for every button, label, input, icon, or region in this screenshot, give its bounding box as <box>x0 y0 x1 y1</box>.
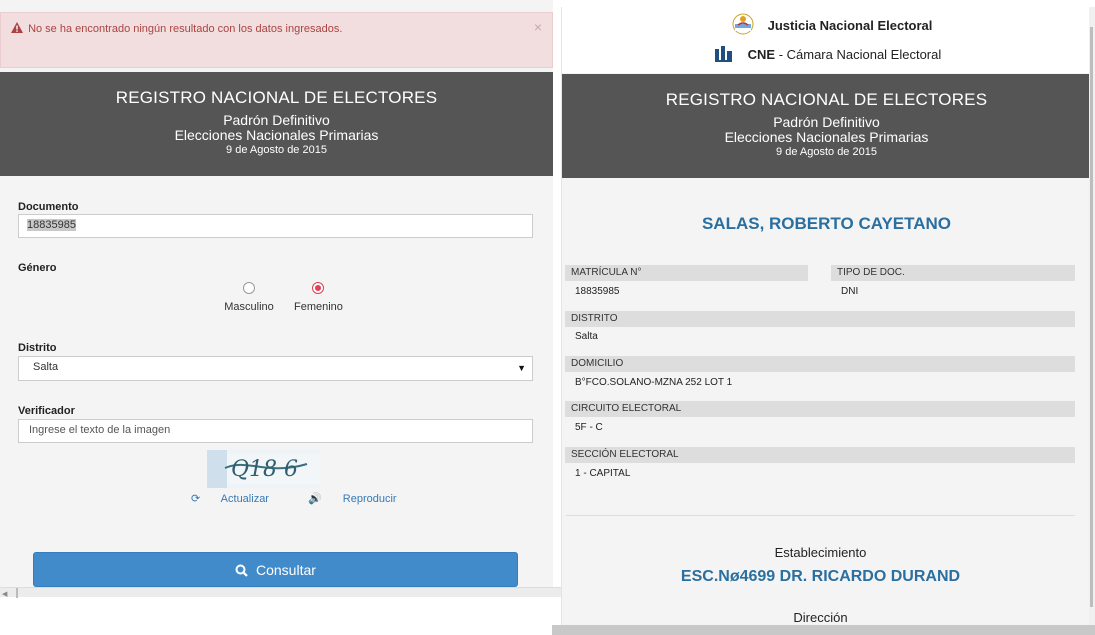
search-form: Documento 18835985 Género Masculino Feme… <box>0 176 553 597</box>
genero-radio-group: Masculino Femenino <box>224 282 354 318</box>
distrito-label: Distrito <box>18 342 57 354</box>
scroll-thumb[interactable] <box>16 588 18 598</box>
divider <box>566 515 1075 516</box>
vertical-scroll-thumb[interactable] <box>1090 27 1093 607</box>
seccion-label: SECCIÓN ELECTORAL <box>565 447 1075 463</box>
seccion-value: 1 - CAPITAL <box>575 468 631 479</box>
reproducir-link[interactable]: 🔊 Reproducir <box>308 493 415 505</box>
distrito-value: Salta <box>33 361 59 373</box>
consultar-label: Consultar <box>255 562 316 578</box>
voter-name: SALAS, ROBERTO CAYETANO <box>701 214 952 233</box>
banner-election: Elecciones Nacionales Primarias <box>724 129 929 145</box>
alert-message: No se ha encontrado ningún resultado con… <box>28 23 343 35</box>
direccion-label: Dirección <box>793 610 848 625</box>
jne-title: Justicia Nacional Electoral <box>732 13 932 35</box>
documento-value: 18835985 <box>27 219 76 231</box>
captcha-links: ⟳ Actualizar 🔊 Reproducir <box>191 492 433 505</box>
captcha-graphic: Q18 6 <box>207 450 321 488</box>
volume-icon: 🔊 <box>308 493 322 505</box>
close-icon[interactable]: × <box>534 19 542 35</box>
actualizar-label: Actualizar <box>220 493 269 505</box>
radio-masculino-circle[interactable] <box>243 282 255 294</box>
error-alert: No se ha encontrado ningún resultado con… <box>0 12 553 68</box>
site-header: Justicia Nacional Electoral CNE - Cámara… <box>562 7 1090 73</box>
banner-title: REGISTRO NACIONAL DE ELECTORES <box>665 90 988 109</box>
banner-subtitle: Padrón Definitivo <box>773 114 880 130</box>
circuito-label: CIRCUITO ELECTORAL <box>565 401 1075 417</box>
matricula-label: MATRÍCULA N° <box>565 265 808 281</box>
warning-icon <box>11 22 23 33</box>
result-pane: Justicia Nacional Electoral CNE - Cámara… <box>561 7 1090 625</box>
captcha-image: Q18 6 <box>207 450 321 488</box>
radio-femenino[interactable]: Femenino <box>294 282 343 313</box>
radio-femenino-label: Femenino <box>294 301 343 313</box>
domicilio-value: B°FCO.SOLANO-MZNA 252 LOT 1 <box>575 377 733 388</box>
cne-logo-icon <box>715 46 732 62</box>
actualizar-link[interactable]: ⟳ Actualizar <box>191 493 287 505</box>
argentina-sun-icon <box>732 13 754 35</box>
domicilio-label: DOMICILIO <box>565 356 1075 372</box>
screen: No se ha encontrado ningún resultado con… <box>0 0 1095 635</box>
scroll-left-icon[interactable]: ◀ <box>2 590 7 598</box>
verificador-input[interactable]: Ingrese el texto de la imagen <box>18 419 533 443</box>
verificador-label: Verificador <box>18 405 75 417</box>
horizontal-scrollbar[interactable]: ◀ <box>0 587 561 598</box>
verificador-placeholder: Ingrese el texto de la imagen <box>29 424 171 436</box>
banner-date: 9 de Agosto de 2015 <box>226 144 327 156</box>
establecimiento-label: Establecimiento <box>774 545 867 560</box>
query-pane: No se ha encontrado ningún resultado con… <box>0 0 553 597</box>
registry-banner-result: REGISTRO NACIONAL DE ELECTORES Padrón De… <box>562 74 1090 178</box>
banner-election: Elecciones Nacionales Primarias <box>174 127 379 143</box>
banner-date: 9 de Agosto de 2015 <box>776 146 877 158</box>
cne-name: - Cámara Nacional Electoral <box>775 47 942 62</box>
matricula-value: 18835985 <box>575 286 620 297</box>
documento-input[interactable]: 18835985 <box>18 214 533 238</box>
distrito-result-value: Salta <box>575 331 598 342</box>
captcha-text: Q18 6 <box>231 457 298 482</box>
radio-femenino-circle[interactable] <box>312 282 324 294</box>
refresh-icon: ⟳ <box>191 493 201 505</box>
chevron-down-icon: ▼ <box>517 363 526 373</box>
banner-title: REGISTRO NACIONAL DE ELECTORES <box>115 88 438 107</box>
tipo-doc-value: DNI <box>841 286 859 297</box>
banner-subtitle: Padrón Definitivo <box>223 112 330 128</box>
cne-title: CNE - Cámara Nacional Electoral <box>714 45 941 63</box>
bottom-scrollbar[interactable] <box>552 625 1095 635</box>
registry-banner: REGISTRO NACIONAL DE ELECTORES Padrón De… <box>0 72 553 176</box>
jne-label: Justicia Nacional Electoral <box>767 18 933 33</box>
tipo-doc-label: TIPO DE DOC. <box>831 265 1075 281</box>
vertical-scrollbar[interactable] <box>1089 7 1095 625</box>
distrito-result-label: DISTRITO <box>565 311 1075 327</box>
establecimiento-value: ESC.Nø4699 DR. RICARDO DURAND <box>680 568 961 585</box>
documento-label: Documento <box>18 201 79 213</box>
circuito-value: 5F - C <box>575 422 603 433</box>
consultar-button[interactable]: Consultar <box>33 552 518 587</box>
radio-masculino-label: Masculino <box>224 301 274 313</box>
cne-abbr: CNE <box>747 47 776 62</box>
search-icon <box>235 564 248 577</box>
distrito-select[interactable]: Salta ▼ <box>18 356 533 381</box>
radio-masculino[interactable]: Masculino <box>224 282 274 313</box>
reproducir-label: Reproducir <box>342 493 397 505</box>
genero-label: Género <box>18 262 57 274</box>
